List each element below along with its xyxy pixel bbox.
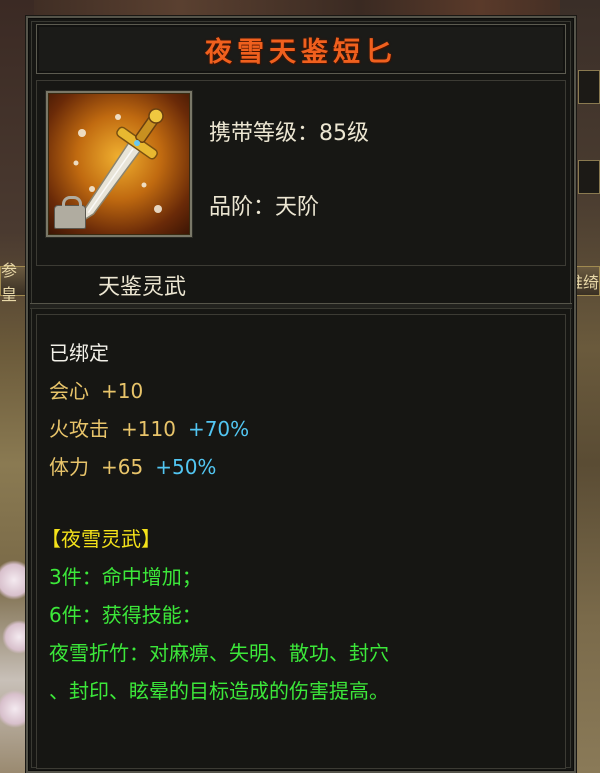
set-bonus-6: 6件：获得技能： <box>49 603 202 627</box>
set-name: 【夜雪灵武】 <box>41 527 161 551</box>
stat-value: +110 <box>121 417 176 441</box>
background-top-edge <box>0 0 600 16</box>
stat-row: 体力 +65 +50% <box>49 451 216 480</box>
item-details-block: 已绑定 会心 +10 火攻击 +110 +70% 体力 +65 +50% 【夜雪灵武】 3… <box>36 314 566 769</box>
title-bar: 夜雪天鉴短匕 <box>36 24 566 74</box>
stat-name: 火攻击 <box>49 417 109 441</box>
stat-name: 会心 <box>49 379 89 403</box>
carry-level: 携带等级：85级 <box>209 121 369 146</box>
stat-bonus: +50% <box>155 455 217 479</box>
dagger-icon <box>46 91 192 237</box>
item-name: 夜雪天鉴短匕 <box>205 36 397 68</box>
stat-value: +65 <box>101 455 144 479</box>
set-skill-line: 、封印、眩晕的目标造成的伤害提高。 <box>49 679 389 703</box>
set-skill-line: 夜雪折竹：对麻痹、失明、散功、封穴 <box>49 641 389 665</box>
stat-bonus: +70% <box>187 417 250 441</box>
set-bonus-3: 3件：命中增加； <box>49 565 202 589</box>
stat-value: +10 <box>101 379 144 403</box>
right-side-button[interactable] <box>578 70 600 104</box>
item-category: 天鉴灵武 <box>98 275 187 300</box>
stat-name: 体力 <box>49 455 89 479</box>
right-side-button[interactable] <box>578 160 600 194</box>
section-divider <box>30 303 572 309</box>
bound-lock-icon <box>54 196 86 229</box>
item-tooltip: 夜雪天鉴短匕 携带等级：85级 品阶：天阶 天鉴灵武 已绑定 会心 +10 火攻… <box>26 16 576 773</box>
item-info-block: 携带等级：85级 品阶：天阶 <box>36 80 566 266</box>
bind-status: 已绑定 <box>49 341 109 365</box>
stat-row: 火攻击 +110 +70% <box>49 413 249 442</box>
stat-row: 会心 +10 <box>49 375 143 404</box>
item-grade: 品阶：天阶 <box>209 195 320 220</box>
